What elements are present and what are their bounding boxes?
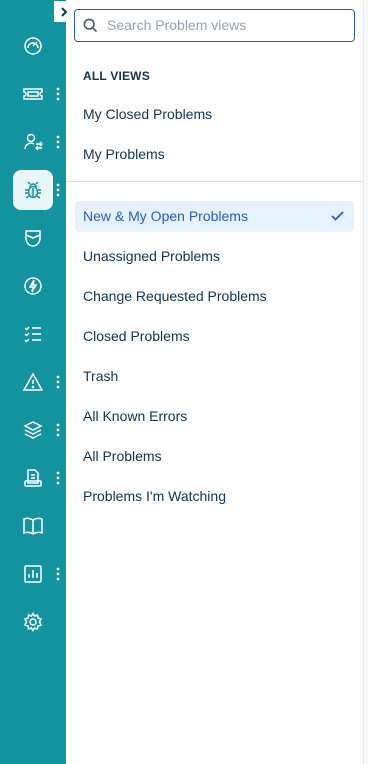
view-item-all-problems[interactable]: All Problems [75,441,354,472]
sidebar-item-changes[interactable] [13,218,53,258]
sidebar-more-contracts[interactable] [53,470,63,486]
search-field[interactable] [74,9,355,42]
divider [66,181,363,182]
sidebar-item-problems[interactable] [13,170,53,210]
sidebar-item-assets[interactable] [13,410,53,450]
sidebar-item-alerts[interactable] [13,362,53,402]
sidebar-more-problems[interactable] [53,182,63,198]
bug-icon [25,181,41,199]
view-item-trash[interactable]: Trash [75,361,354,392]
book-icon [23,517,43,535]
gear-icon [23,612,43,632]
kebab-icon [56,375,60,389]
view-item-unassigned-problems[interactable]: Unassigned Problems [75,241,354,272]
chevron-right-icon [60,6,67,17]
dashboard-icon [24,37,42,55]
document-icon [24,469,42,487]
sidebar-item-analytics[interactable] [13,554,53,594]
sidebar-more-analytics[interactable] [53,566,63,582]
kebab-icon [56,87,60,101]
warning-icon [23,372,43,391]
sidebar-item-admin[interactable] [13,602,53,642]
view-item-change-requested-problems[interactable]: Change Requested Problems [75,281,354,312]
section-title-all-views: ALL VIEWS [83,69,150,83]
sidebar [0,0,66,764]
view-item-problems-im-watching[interactable]: Problems I'm Watching [75,481,354,512]
kebab-icon [56,567,60,581]
problem-views-panel: ALL VIEWS My Closed Problems My Problems… [66,0,364,764]
sidebar-item-tickets[interactable] [13,74,53,114]
kebab-icon [56,423,60,437]
checkmark-icon [331,211,344,221]
sidebar-more-alerts[interactable] [53,374,63,390]
view-item-new-my-open-problems[interactable]: New & My Open Problems [75,201,354,232]
search-input[interactable] [107,15,347,35]
sidebar-more-assets[interactable] [53,422,63,438]
view-item-my-problems[interactable]: My Problems [75,139,354,170]
sidebar-item-dashboard[interactable] [13,26,53,66]
lightning-icon [24,277,42,295]
kebab-icon [56,135,60,149]
kebab-icon [56,471,60,485]
sidebar-item-tasks[interactable] [13,314,53,354]
kebab-icon [56,183,60,197]
view-item-my-closed-problems[interactable]: My Closed Problems [75,99,354,130]
sidebar-item-releases[interactable] [13,266,53,306]
user-switch-icon [24,133,43,151]
search-icon [83,18,98,33]
sidebar-item-contracts[interactable] [13,458,53,498]
layers-icon [23,421,43,439]
sidebar-item-solutions[interactable] [13,506,53,546]
expand-sidebar-button[interactable] [54,1,73,22]
sidebar-item-requesters[interactable] [13,122,53,162]
view-item-label: New & My Open Problems [83,208,248,224]
bar-chart-icon [24,565,42,583]
sidebar-more-tickets[interactable] [53,86,63,102]
shield-icon [25,230,41,247]
view-item-all-known-errors[interactable]: All Known Errors [75,401,354,432]
checklist-icon [24,326,41,343]
view-item-closed-problems[interactable]: Closed Problems [75,321,354,352]
sidebar-more-requesters[interactable] [53,134,63,150]
ticket-icon [23,88,43,100]
